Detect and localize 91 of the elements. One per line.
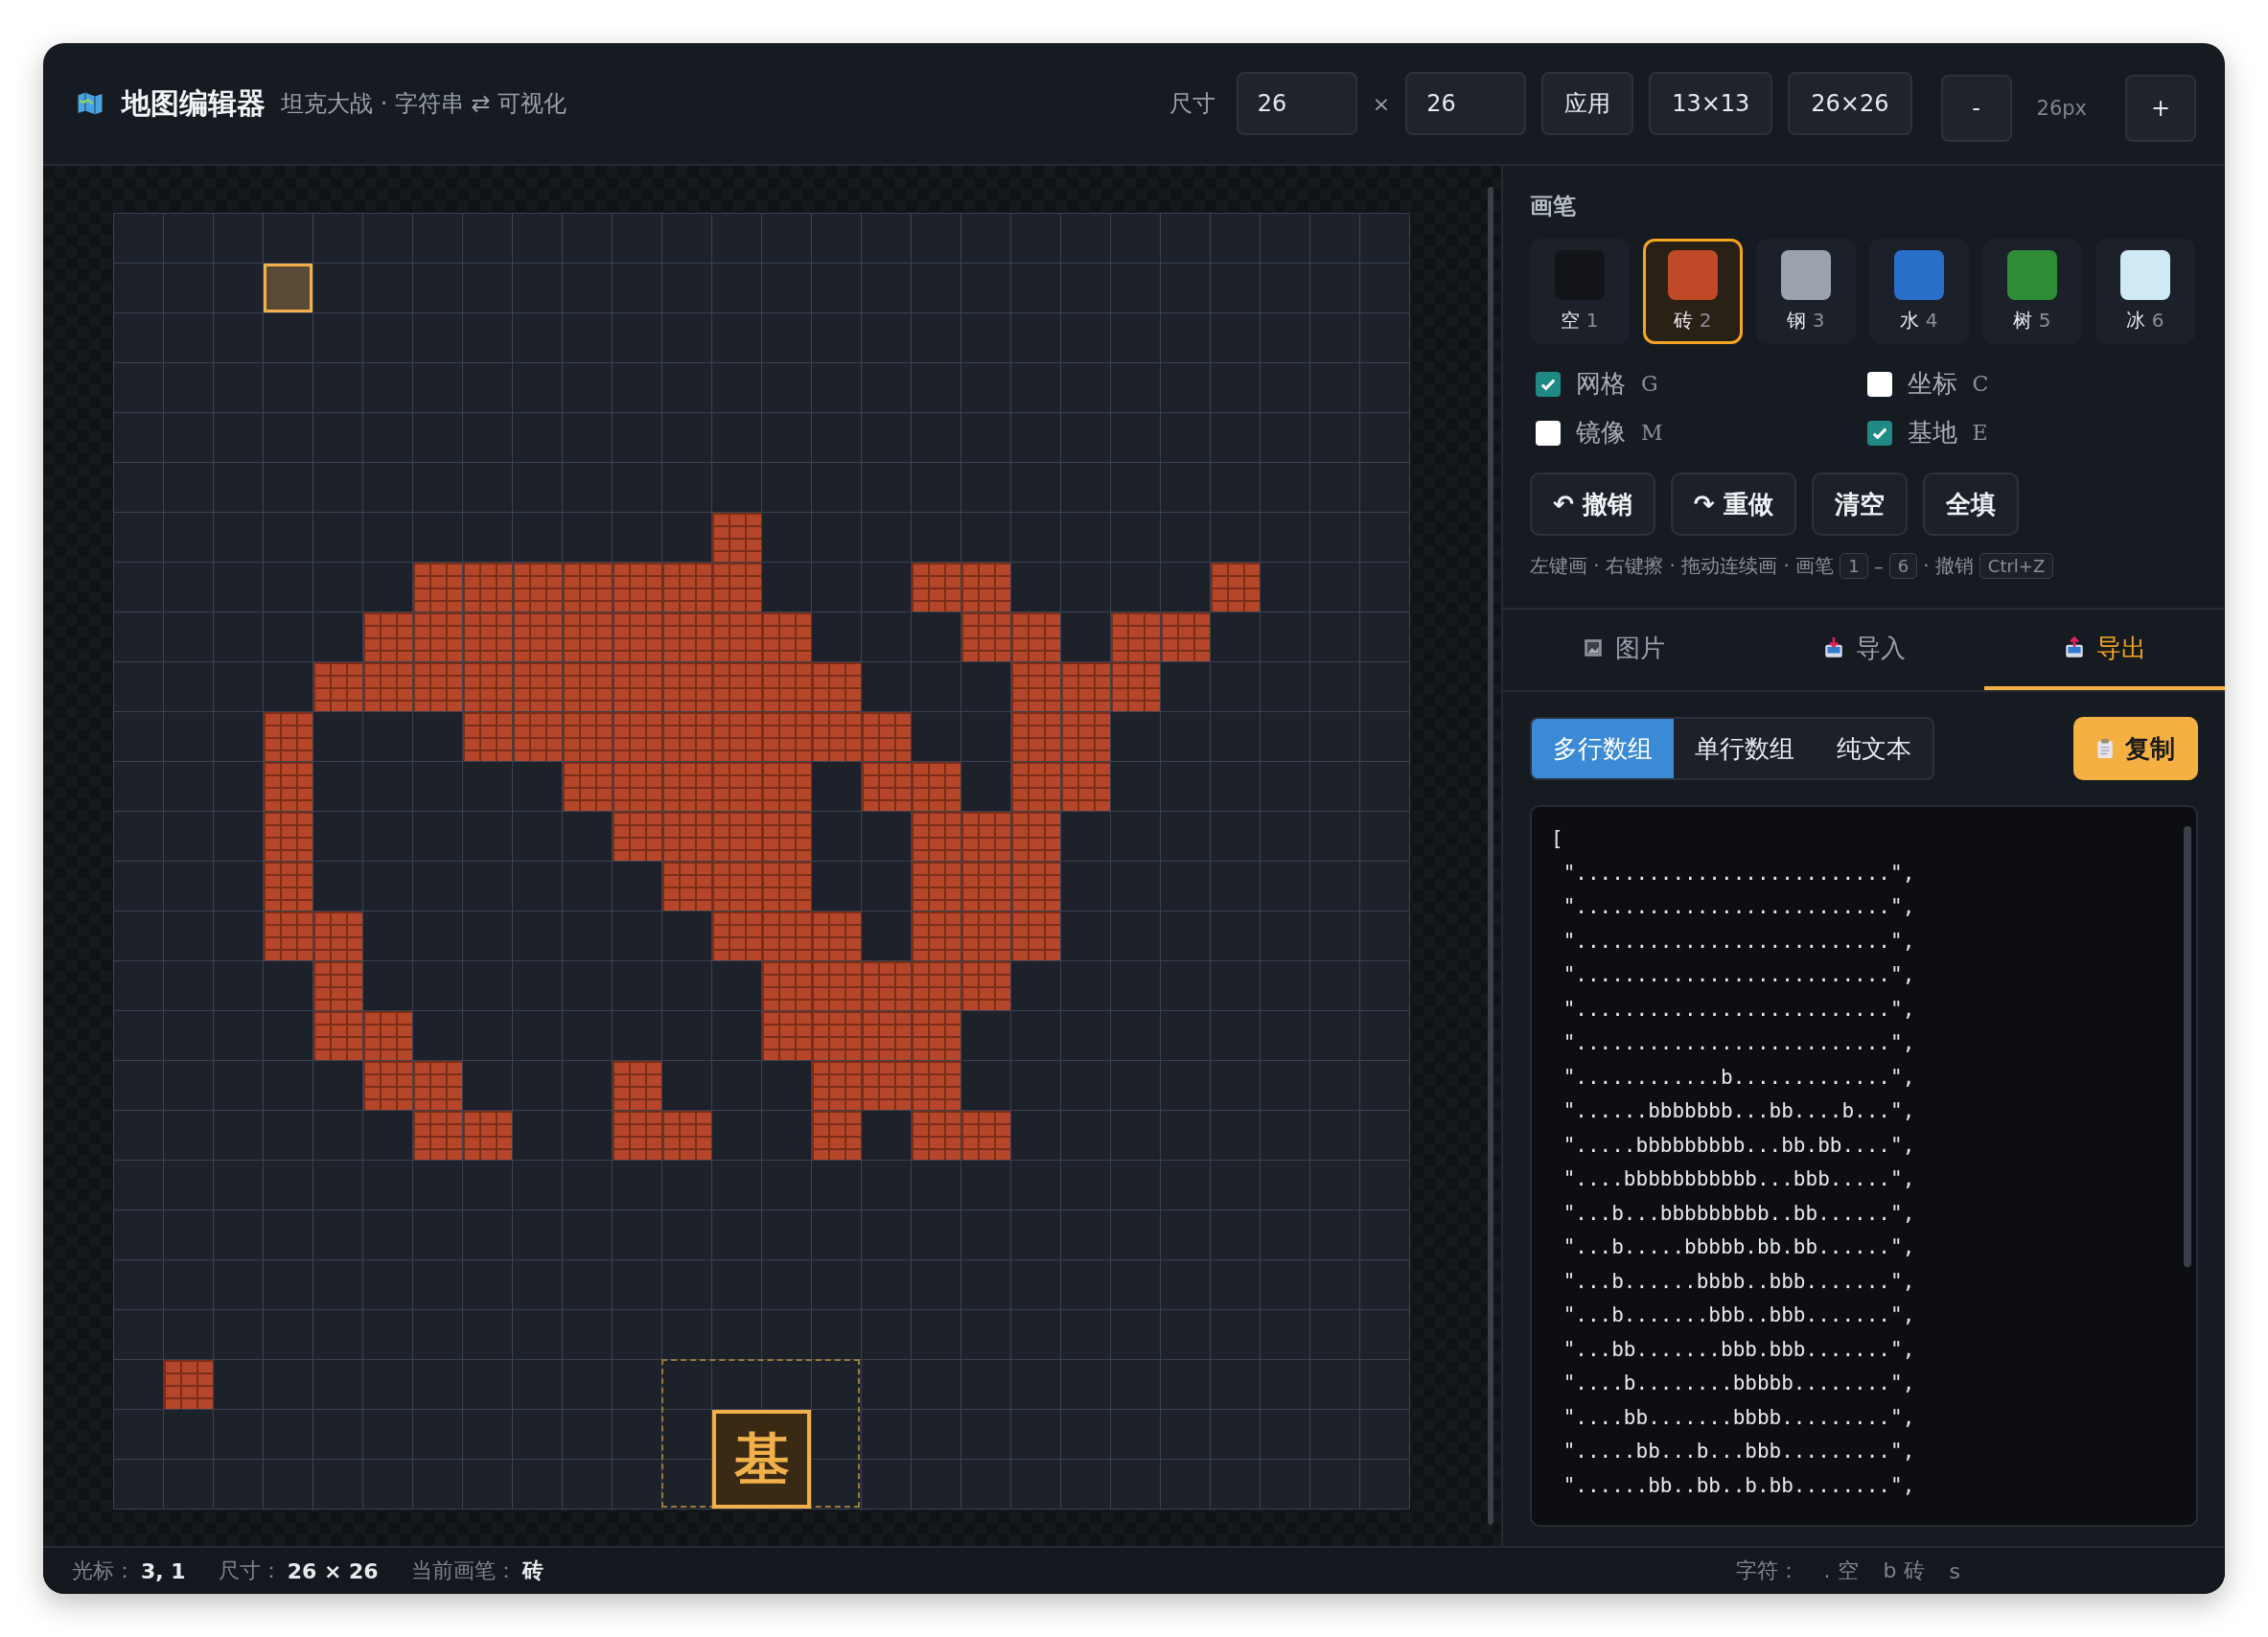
hint-text: · 撤销 (1923, 553, 1974, 579)
hint-text: 左键画 · 右键擦 · 拖动连续画 · 画笔 (1530, 553, 1835, 579)
times-sign: × (1372, 91, 1391, 116)
legend-item: b 砖 (1883, 1557, 1925, 1584)
status-label: 字符： (1735, 1557, 1799, 1584)
brush-option[interactable]: 水 4 (1869, 239, 1969, 344)
code-line: "......bbbbbbb...bb....b...", (1562, 1098, 1916, 1124)
code-line: "..........................", (1562, 860, 1916, 887)
option-label: 网格 (1576, 368, 1626, 400)
brush-label: 水 4 (1900, 307, 1938, 334)
base-tile: 基 (712, 1410, 811, 1509)
brush-option[interactable]: 冰 6 (2095, 239, 2195, 344)
code-line: "....bb.......bbbb.........", (1562, 1404, 1916, 1431)
section-title: 画笔 (1530, 192, 1577, 221)
brush-option[interactable]: 树 5 (1982, 239, 2082, 344)
brush-label: 空 1 (1561, 307, 1599, 334)
checkbox[interactable] (1866, 420, 1892, 446)
option-label: 镜像 (1576, 417, 1626, 449)
width-field[interactable]: 26 (1236, 72, 1357, 135)
app-title: 地图编辑器 (122, 84, 266, 122)
action-button[interactable]: 全填 (1922, 473, 2019, 536)
inbox-up-icon (2063, 636, 2085, 659)
status-label: 光标： (72, 1557, 135, 1584)
code-line: "..........................", (1562, 894, 1916, 920)
code-line: "....bbbbbbbbbbb...bbb.....", (1562, 1166, 1916, 1192)
option-label: 坐标 (1907, 368, 1957, 400)
tab[interactable]: 图片 (1503, 610, 1744, 690)
shortcut-key: C (1972, 372, 1989, 396)
copy-button[interactable]: 复制 (2073, 717, 2198, 780)
size-label: 尺寸 (1169, 89, 1215, 119)
height-field[interactable]: 26 (1405, 72, 1527, 135)
key-cap: 1 (1840, 553, 1868, 579)
code-line: "..........................", (1562, 1030, 1916, 1056)
code-line: "...b.......bbb..bbb.......", (1562, 1303, 1916, 1328)
legend-item: . 空 (1823, 1557, 1859, 1584)
export-text-area[interactable] (1530, 805, 2198, 1527)
inbox-down-icon (1822, 636, 1844, 659)
dash: – (1873, 554, 1884, 578)
status-label: 尺寸： (218, 1557, 282, 1584)
code-line: "...b......bbbb..bbb.......", (1562, 1268, 1916, 1295)
brush-label: 钢 3 (1787, 307, 1825, 334)
map-size: 26 × 26 (287, 1558, 379, 1583)
shortcut-key: G (1641, 372, 1658, 396)
brush-option[interactable]: 钢 3 (1756, 239, 1856, 344)
checkbox[interactable] (1536, 371, 1561, 397)
action-button[interactable]: ↷ 重做 (1670, 473, 1796, 536)
code-line: ".....bb...b...bbb.........", (1562, 1439, 1916, 1464)
cursor-position: 3, 1 (141, 1558, 186, 1583)
brush-label: 冰 6 (2126, 307, 2164, 334)
preset-button[interactable]: 13×13 (1649, 72, 1773, 135)
action-button[interactable]: ↶ 撤销 (1530, 473, 1655, 536)
code-line: "..........................", (1562, 928, 1916, 955)
checkbox[interactable] (1536, 420, 1561, 446)
code-line: "...bb.......bbb.bbb.......", (1562, 1336, 1916, 1363)
code-line: "...b...bbbbbbbbb..bb......", (1562, 1200, 1916, 1227)
code-line: "......bb..bb..b.bb........", (1562, 1472, 1916, 1499)
legend-item: s (1949, 1558, 1960, 1583)
code-line: "............b.............", (1562, 1064, 1916, 1091)
tab[interactable]: 导出 (1984, 610, 2225, 690)
zoom-out-button[interactable]: - (1940, 75, 2012, 142)
key-cap: Ctrl+Z (1979, 553, 2054, 579)
current-brush: 砖 (521, 1557, 544, 1584)
shortcut-key: E (1972, 421, 1988, 445)
code-line: [ (1551, 826, 1564, 852)
brush-label: 砖 2 (1674, 307, 1712, 334)
brush-option[interactable]: 砖 2 (1643, 239, 1743, 344)
map-grid[interactable] (113, 213, 1410, 1510)
code-line: ".....bbbbbbbbb...bb.bb....", (1562, 1132, 1916, 1159)
preset-button[interactable]: 26×26 (1788, 72, 1912, 135)
apply-button[interactable]: 应用 (1541, 72, 1634, 135)
code-line: "...b.....bbbbb.bb.bb......", (1562, 1234, 1916, 1260)
brush-option[interactable]: 空 1 (1530, 239, 1630, 344)
zoom-level: 26px (2036, 97, 2087, 120)
shortcut-key: M (1641, 421, 1663, 445)
status-label: 当前画笔： (410, 1557, 517, 1584)
clipboard-icon (2096, 738, 2114, 759)
format-option[interactable]: 纯文本 (1816, 719, 1932, 778)
code-line: "..........................", (1562, 962, 1916, 988)
checkbox[interactable] (1866, 371, 1892, 397)
key-cap: 6 (1888, 553, 1918, 579)
brush-label: 树 5 (2013, 307, 2051, 334)
format-option[interactable]: 单行数组 (1674, 719, 1816, 778)
tab[interactable]: 导入 (1744, 610, 1984, 690)
code-line: "..........................", (1562, 996, 1916, 1023)
code-line: "....b........bbbbb........", (1562, 1371, 1916, 1396)
action-button[interactable]: 清空 (1811, 473, 1908, 536)
option-label: 基地 (1907, 417, 1957, 449)
format-option[interactable]: 多行数组 (1532, 719, 1674, 778)
app-subtitle: 坦克大战 · 字符串 ⇄ 可视化 (281, 89, 567, 119)
zoom-in-button[interactable]: + (2125, 75, 2196, 142)
picture-frame-icon (1582, 637, 1604, 658)
